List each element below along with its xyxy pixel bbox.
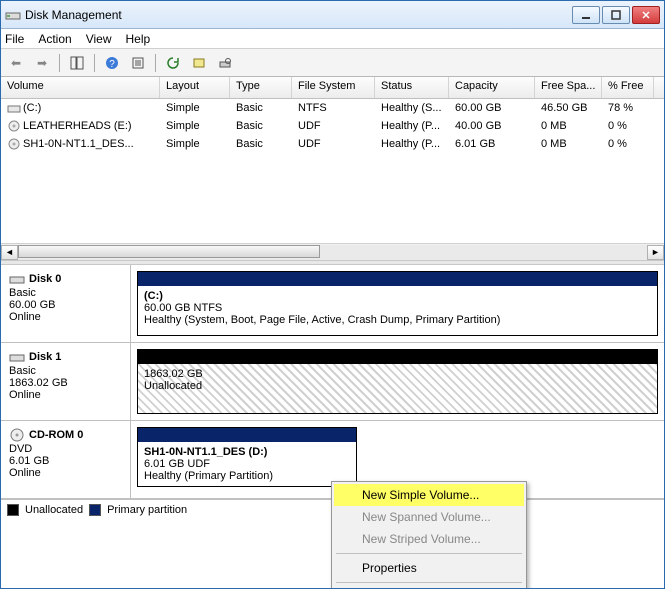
volume-box[interactable]: (C:) 60.00 GB NTFS Healthy (System, Boot… xyxy=(137,271,658,336)
forward-button: ➡ xyxy=(31,52,53,74)
menubar: File Action View Help xyxy=(1,29,664,49)
hdd-icon xyxy=(9,349,25,365)
disk-management-window: Disk Management File Action View Help ⬅ … xyxy=(0,0,665,589)
col-type[interactable]: Type xyxy=(230,77,292,98)
col-capacity[interactable]: Capacity xyxy=(449,77,535,98)
col-filesystem[interactable]: File System xyxy=(292,77,375,98)
disc-icon xyxy=(7,138,21,150)
menu-properties[interactable]: Properties xyxy=(334,557,524,579)
volume-row[interactable]: LEATHERHEADS (E:) Simple Basic UDF Healt… xyxy=(1,117,664,135)
scroll-right-button[interactable]: ► xyxy=(647,245,664,260)
volume-header-primary xyxy=(138,428,356,442)
col-layout[interactable]: Layout xyxy=(160,77,230,98)
col-volume[interactable]: Volume xyxy=(1,77,160,98)
legend-swatch-primary xyxy=(89,504,101,516)
legend-label-primary: Primary partition xyxy=(107,504,187,516)
menu-new-simple-volume[interactable]: New Simple Volume... xyxy=(334,484,524,506)
volume-header-primary xyxy=(138,272,657,286)
window-title: Disk Management xyxy=(25,8,572,22)
context-menu: New Simple Volume... New Spanned Volume.… xyxy=(331,481,527,588)
menu-help[interactable]: Help xyxy=(126,32,151,46)
back-button: ⬅ xyxy=(5,52,27,74)
disk-info[interactable]: Disk 0 Basic 60.00 GB Online xyxy=(1,265,131,342)
legend-label-unallocated: Unallocated xyxy=(25,504,83,516)
volume-row[interactable]: SH1-0N-NT1.1_DES... Simple Basic UDF Hea… xyxy=(1,135,664,153)
settings-button[interactable] xyxy=(127,52,149,74)
menu-view[interactable]: View xyxy=(86,32,112,46)
rescan-button[interactable] xyxy=(188,52,210,74)
col-pct[interactable]: % Free xyxy=(602,77,654,98)
action-button[interactable] xyxy=(214,52,236,74)
drive-icon xyxy=(7,102,21,114)
volume-list-hscroll[interactable]: ◄ ► xyxy=(1,243,664,260)
scroll-thumb[interactable] xyxy=(18,245,320,258)
help-button[interactable]: ? xyxy=(101,52,123,74)
maximize-button[interactable] xyxy=(602,6,630,24)
volume-box[interactable]: SH1-0N-NT1.1_DES (D:) 6.01 GB UDF Health… xyxy=(137,427,357,487)
scroll-left-button[interactable]: ◄ xyxy=(1,245,18,260)
refresh-button[interactable] xyxy=(162,52,184,74)
menu-separator xyxy=(336,553,522,554)
menu-file[interactable]: File xyxy=(5,32,24,46)
volume-header-unallocated xyxy=(138,350,657,364)
close-button[interactable] xyxy=(632,6,660,24)
cdrom-icon xyxy=(9,427,25,443)
volume-box-unallocated[interactable]: 1863.02 GB Unallocated xyxy=(137,349,658,414)
disk-row: Disk 0 Basic 60.00 GB Online (C:) 60.00 … xyxy=(1,265,664,343)
menu-new-striped-volume: New Striped Volume... xyxy=(334,528,524,550)
disc-icon xyxy=(7,120,21,132)
disk-graphical-view: Disk 0 Basic 60.00 GB Online (C:) 60.00 … xyxy=(1,265,664,499)
col-free[interactable]: Free Spa... xyxy=(535,77,602,98)
show-hide-button[interactable] xyxy=(66,52,88,74)
volume-list-header: Volume Layout Type File System Status Ca… xyxy=(1,77,664,99)
app-icon xyxy=(5,7,21,23)
disk-row: Disk 1 Basic 1863.02 GB Online 1863.02 G… xyxy=(1,343,664,421)
hdd-icon xyxy=(9,271,25,287)
volume-row[interactable]: (C:) Simple Basic NTFS Healthy (S... 60.… xyxy=(1,99,664,117)
menu-help[interactable]: Help xyxy=(334,586,524,588)
menu-action[interactable]: Action xyxy=(38,32,71,46)
volume-list: (C:) Simple Basic NTFS Healthy (S... 60.… xyxy=(1,99,664,243)
menu-separator xyxy=(336,582,522,583)
disk-info[interactable]: Disk 1 Basic 1863.02 GB Online xyxy=(1,343,131,420)
content-area: Volume Layout Type File System Status Ca… xyxy=(1,77,664,588)
svg-text:?: ? xyxy=(109,59,115,70)
minimize-button[interactable] xyxy=(572,6,600,24)
titlebar[interactable]: Disk Management xyxy=(1,1,664,29)
legend-swatch-unallocated xyxy=(7,504,19,516)
toolbar: ⬅ ➡ ? xyxy=(1,49,664,77)
col-status[interactable]: Status xyxy=(375,77,449,98)
scroll-track[interactable] xyxy=(18,245,647,260)
disk-info[interactable]: CD-ROM 0 DVD 6.01 GB Online xyxy=(1,421,131,498)
menu-new-spanned-volume: New Spanned Volume... xyxy=(334,506,524,528)
